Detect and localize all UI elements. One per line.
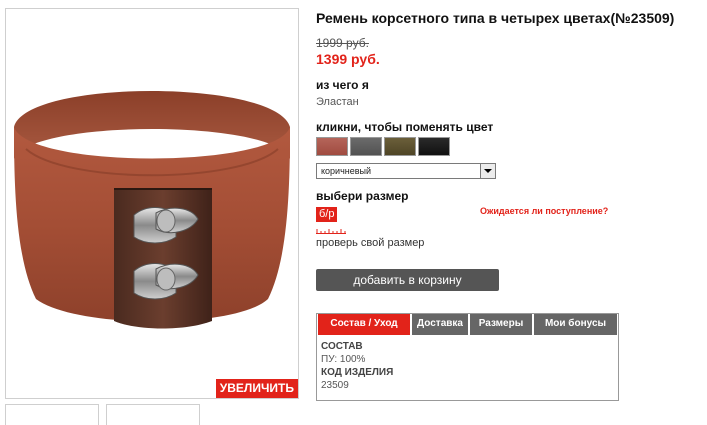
tab-bar: Состав / Уход Доставка Размеры Мои бонус…: [317, 314, 618, 335]
color-label: кликни, чтобы поменять цвет: [316, 120, 494, 134]
product-code-heading: КОД ИЗДЕЛИЯ: [321, 367, 394, 378]
product-title: Ремень корсетного типа в четырех цветах(…: [316, 10, 675, 26]
color-swatch-olive[interactable]: [384, 137, 416, 156]
thumbnail-2[interactable]: [106, 404, 200, 425]
composition-value: ПУ: 100%: [321, 354, 366, 365]
color-swatch-grey[interactable]: [350, 137, 382, 156]
tab-composition-care[interactable]: Состав / Уход: [318, 314, 410, 335]
add-to-cart-button[interactable]: добавить в корзину: [316, 269, 499, 291]
size-label: выбери размер: [316, 189, 409, 203]
tab-bonuses[interactable]: Мои бонусы: [534, 314, 617, 335]
color-swatch-black[interactable]: [418, 137, 450, 156]
check-size-link[interactable]: проверь свой размер: [316, 237, 424, 249]
chevron-down-icon[interactable]: [480, 164, 495, 178]
material-label: из чего я: [316, 78, 369, 92]
product-code-value: 23509: [321, 380, 349, 391]
material-value: Эластан: [316, 96, 359, 108]
color-swatch-brown[interactable]: [316, 137, 348, 156]
belt-image: [14, 91, 290, 329]
ruler-icon[interactable]: [316, 228, 346, 234]
zoom-button[interactable]: УВЕЛИЧИТЬ: [215, 379, 298, 398]
product-image-frame[interactable]: УВЕЛИЧИТЬ: [5, 8, 299, 399]
restock-link[interactable]: Ожидается ли поступление?: [480, 206, 608, 216]
product-info-tabs: Состав / Уход Доставка Размеры Мои бонус…: [316, 313, 619, 401]
thumbnail-1[interactable]: [5, 404, 99, 425]
color-select-value: коричневый: [321, 166, 372, 176]
old-price: 1999 руб.: [316, 36, 369, 50]
tab-sizes[interactable]: Размеры: [470, 314, 532, 335]
sale-price: 1399 руб.: [316, 51, 380, 67]
composition-heading: СОСТАВ: [321, 341, 363, 352]
color-select[interactable]: коричневый: [316, 163, 496, 179]
tab-delivery[interactable]: Доставка: [412, 314, 468, 335]
tab-content: СОСТАВ ПУ: 100% КОД ИЗДЕЛИЯ 23509: [321, 340, 393, 392]
size-option-button[interactable]: б/р: [316, 207, 338, 222]
